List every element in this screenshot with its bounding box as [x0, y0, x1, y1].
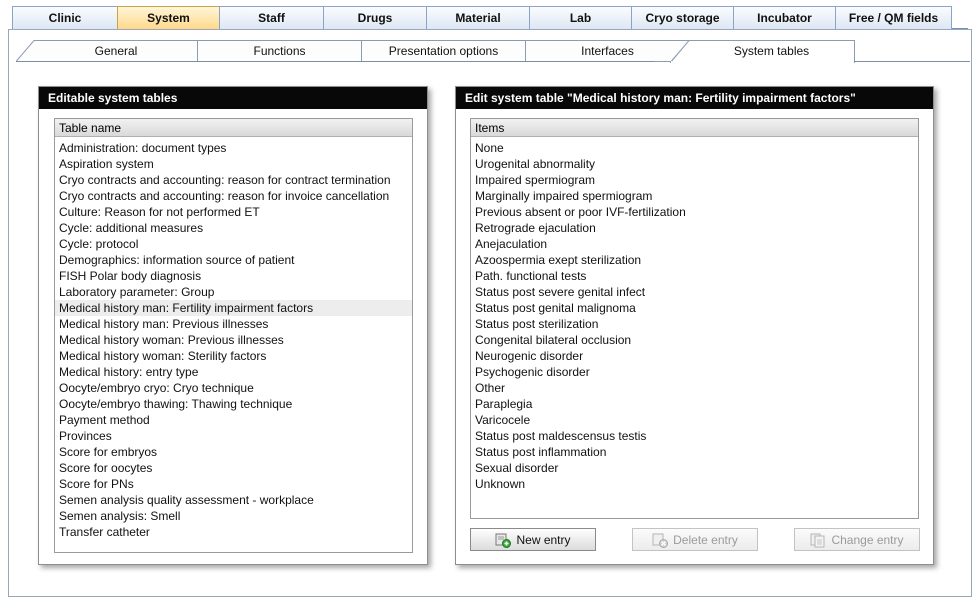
- system-table-row[interactable]: Cycle: additional measures: [55, 220, 412, 236]
- table-item-row[interactable]: Previous absent or poor IVF-fertilizatio…: [471, 204, 918, 220]
- system-table-row[interactable]: Aspiration system: [55, 156, 412, 172]
- tab-label: General: [94, 44, 138, 58]
- table-item-row[interactable]: Unknown: [471, 476, 918, 492]
- tab-incubator[interactable]: Incubator: [733, 6, 836, 29]
- tab-label: Cryo storage: [645, 11, 720, 25]
- panel-title: Editable system tables: [39, 87, 427, 109]
- column-header-items[interactable]: Items: [471, 119, 918, 137]
- tab-label: Functions: [253, 44, 306, 58]
- system-table-row[interactable]: Medical history woman: Previous illnesse…: [55, 332, 412, 348]
- system-table-row[interactable]: Laboratory parameter: Group: [55, 284, 412, 300]
- delete-entry-button[interactable]: Delete entry: [632, 528, 758, 551]
- tab-drugs[interactable]: Drugs: [323, 6, 427, 29]
- system-table-row[interactable]: Oocyte/embryo cryo: Cryo technique: [55, 380, 412, 396]
- table-item-row[interactable]: None: [471, 140, 918, 156]
- system-table-row[interactable]: Provinces: [55, 428, 412, 444]
- add-document-icon: [495, 532, 512, 548]
- tab-label: System tables: [733, 44, 810, 58]
- subtab-functions[interactable]: Functions: [197, 40, 362, 62]
- table-item-row[interactable]: Impaired spermiogram: [471, 172, 918, 188]
- table-item-row[interactable]: Neurogenic disorder: [471, 348, 918, 364]
- system-table-row[interactable]: Administration: document types: [55, 140, 412, 156]
- subtab-presentation-options[interactable]: Presentation options: [361, 40, 526, 62]
- system-table-row[interactable]: Oocyte/embryo thawing: Thawing technique: [55, 396, 412, 412]
- column-header-table-name[interactable]: Table name: [55, 119, 412, 137]
- system-table-row[interactable]: Transfer catheter: [55, 524, 412, 540]
- sub-tab-baseline: [16, 61, 654, 62]
- tab-label: Incubator: [757, 11, 812, 25]
- system-table-row[interactable]: Semen analysis quality assessment - work…: [55, 492, 412, 508]
- tab-clinic[interactable]: Clinic: [12, 6, 118, 29]
- table-item-row[interactable]: Status post inflammation: [471, 444, 918, 460]
- table-item-row[interactable]: Azoospermia exept sterilization: [471, 252, 918, 268]
- button-label: New entry: [516, 532, 571, 547]
- sub-tab-baseline-right: [854, 61, 970, 62]
- table-item-row[interactable]: Paraplegia: [471, 396, 918, 412]
- table-items: None Urogenital abnormality Impaired sperm…: [471, 137, 918, 492]
- table-item-row[interactable]: Anejaculation: [471, 236, 918, 252]
- delete-document-icon: [652, 532, 669, 548]
- subtab-system-tables[interactable]: System tables: [670, 40, 855, 63]
- subtab-interfaces[interactable]: Interfaces: [525, 40, 690, 62]
- tab-label: Presentation options: [388, 44, 499, 58]
- system-tables-items: Administration: document types Aspiration…: [55, 137, 412, 540]
- tab-label: System: [147, 11, 190, 25]
- button-label: Delete entry: [673, 532, 738, 547]
- system-table-row[interactable]: Score for oocytes: [55, 460, 412, 476]
- table-item-row[interactable]: Marginally impaired spermiogram: [471, 188, 918, 204]
- editable-system-tables-panel: Editable system tables Table name Admini…: [38, 86, 428, 565]
- tab-label: Staff: [258, 11, 285, 25]
- system-table-row[interactable]: Medical history man: Previous illnesses: [55, 316, 412, 332]
- tab-label: Free / QM fields: [848, 11, 939, 25]
- tab-free-qm-fields[interactable]: Free / QM fields: [835, 6, 952, 29]
- tab-cryo-storage[interactable]: Cryo storage: [631, 6, 734, 29]
- table-item-row[interactable]: Status post severe genital infect: [471, 284, 918, 300]
- table-item-row[interactable]: Sexual disorder: [471, 460, 918, 476]
- button-label: Change entry: [831, 532, 904, 547]
- edit-system-table-panel: Edit system table "Medical history man: …: [455, 86, 934, 565]
- system-table-row[interactable]: Medical history: entry type: [55, 364, 412, 380]
- table-item-row[interactable]: Other: [471, 380, 918, 396]
- new-entry-button[interactable]: New entry: [470, 528, 596, 551]
- main-tab-bar: Clinic System Staff Drugs Material Lab C…: [12, 6, 968, 29]
- system-table-row[interactable]: Score for embryos: [55, 444, 412, 460]
- table-item-row[interactable]: Status post sterilization: [471, 316, 918, 332]
- system-table-row[interactable]: Semen analysis: Smell: [55, 508, 412, 524]
- tab-label: Lab: [569, 11, 592, 25]
- table-item-row[interactable]: Psychogenic disorder: [471, 364, 918, 380]
- system-table-row[interactable]: Cryo contracts and accounting: reason fo…: [55, 172, 412, 188]
- table-item-row[interactable]: Urogenital abnormality: [471, 156, 918, 172]
- table-items-list[interactable]: Items None Urogenital abnormality Impaired…: [470, 118, 919, 519]
- tab-label: Interfaces: [581, 44, 634, 58]
- system-tables-list[interactable]: Table name Administration: document type…: [54, 118, 413, 553]
- table-item-row[interactable]: Path. functional tests: [471, 268, 918, 284]
- tab-label: Material: [455, 11, 501, 25]
- edit-document-icon: [810, 532, 826, 548]
- tab-staff[interactable]: Staff: [219, 6, 324, 29]
- tab-label: Clinic: [48, 11, 82, 25]
- tab-lab[interactable]: Lab: [529, 6, 632, 29]
- system-table-row[interactable]: Score for PNs: [55, 476, 412, 492]
- system-table-row[interactable]: FISH Polar body diagnosis: [55, 268, 412, 284]
- change-entry-button[interactable]: Change entry: [794, 528, 920, 551]
- table-item-row[interactable]: Congenital bilateral occlusion: [471, 332, 918, 348]
- system-table-row[interactable]: Cryo contracts and accounting: reason fo…: [55, 188, 412, 204]
- system-table-row[interactable]: Cycle: protocol: [55, 236, 412, 252]
- table-item-row[interactable]: Retrograde ejaculation: [471, 220, 918, 236]
- system-table-row[interactable]: Payment method: [55, 412, 412, 428]
- tab-system[interactable]: System: [117, 6, 220, 29]
- system-table-row[interactable]: Demographics: information source of pati…: [55, 252, 412, 268]
- subtab-general[interactable]: General: [16, 40, 200, 62]
- tab-material[interactable]: Material: [426, 6, 530, 29]
- system-table-row[interactable]: Medical history man: Fertility impairmen…: [55, 300, 412, 316]
- system-table-row[interactable]: Culture: Reason for not performed ET: [55, 204, 412, 220]
- table-item-row[interactable]: Status post maldescensus testis: [471, 428, 918, 444]
- tab-label: Drugs: [357, 11, 393, 25]
- panel-title: Edit system table "Medical history man: …: [456, 87, 933, 109]
- system-table-row[interactable]: Medical history woman: Sterility factors: [55, 348, 412, 364]
- table-item-row[interactable]: Varicocele: [471, 412, 918, 428]
- table-item-row[interactable]: Status post genital malignoma: [471, 300, 918, 316]
